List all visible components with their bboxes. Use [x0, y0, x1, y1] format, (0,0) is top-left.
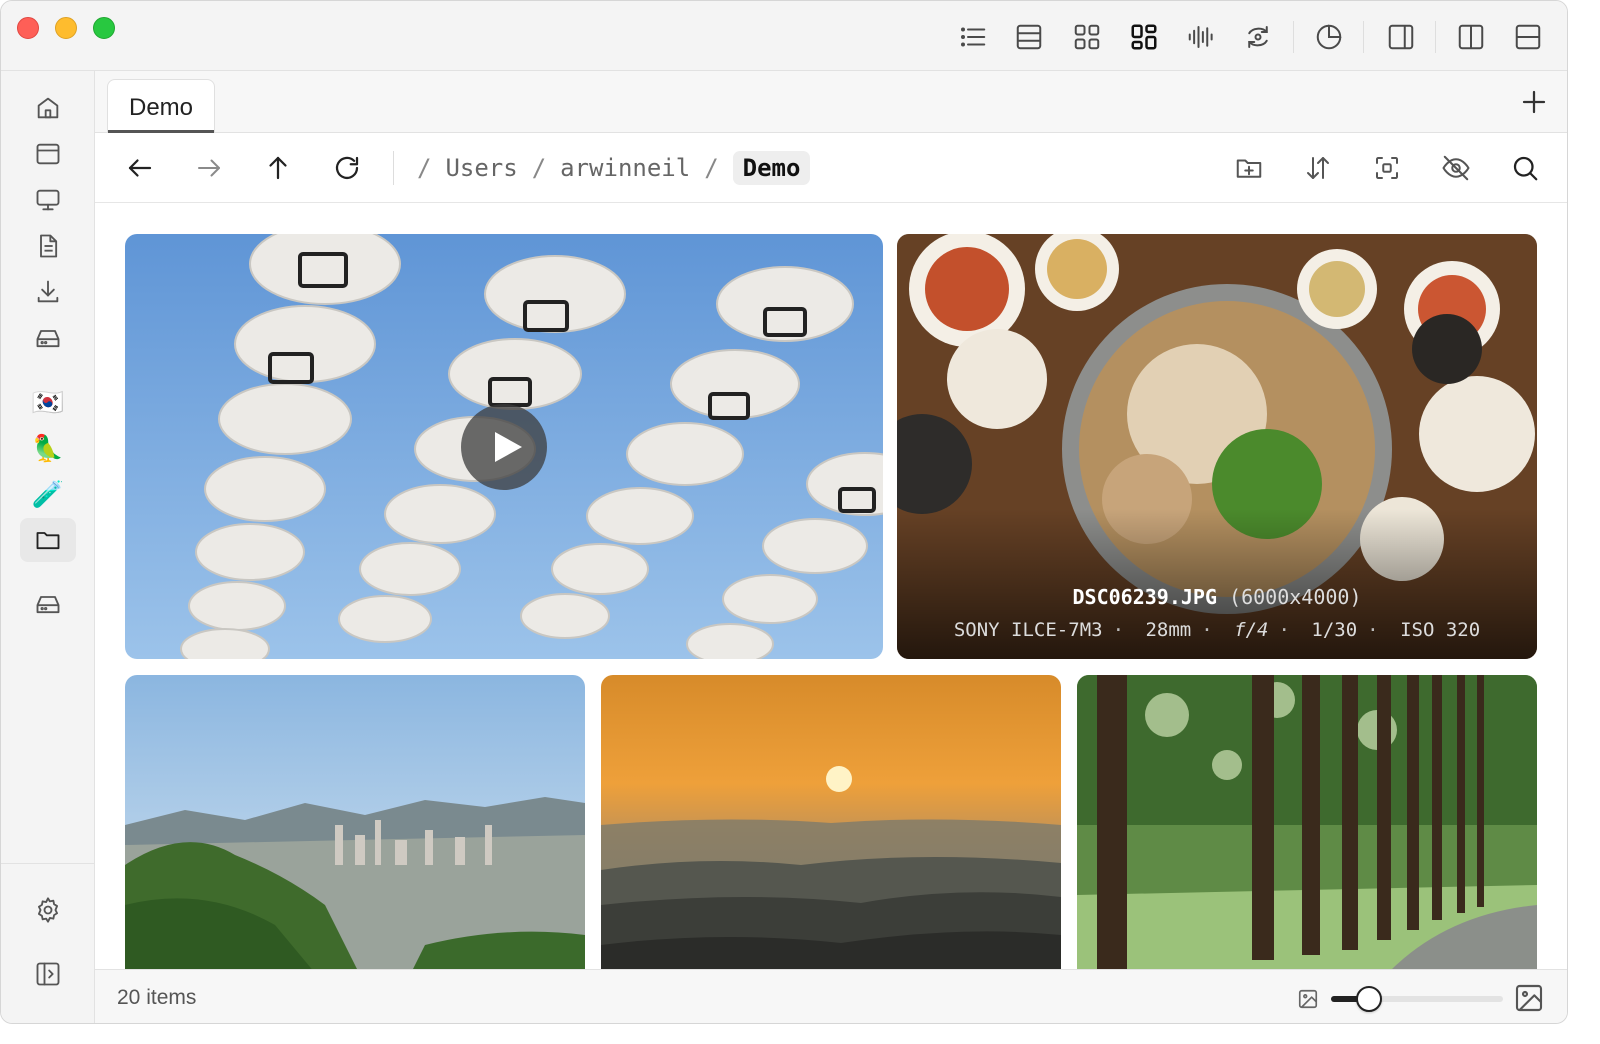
- drive-icon[interactable]: [31, 321, 65, 355]
- split-bottom-icon[interactable]: [1512, 21, 1544, 53]
- exif-details: SONY ILCE-7M3 · 28mm · f/4 · 1/30 · ISO 320: [953, 619, 1481, 641]
- korea-flag-emoji[interactable]: 🇰🇷: [31, 385, 65, 419]
- grid-view-icon[interactable]: [1071, 21, 1103, 53]
- folder-icon[interactable]: [20, 518, 76, 562]
- refresh-icon[interactable]: [330, 151, 364, 185]
- toolbar-divider: [1363, 21, 1364, 53]
- table-view-icon[interactable]: [1013, 21, 1045, 53]
- exif-title: DSC06239.JPG (6000x4000): [897, 585, 1537, 609]
- close-window-button[interactable]: [17, 17, 39, 39]
- waveform-icon[interactable]: [1185, 21, 1217, 53]
- search-icon[interactable]: [1508, 151, 1542, 185]
- list-view-icon[interactable]: [957, 21, 989, 53]
- split-right-icon[interactable]: [1455, 21, 1487, 53]
- breadcrumb-item-demo[interactable]: Demo: [732, 151, 811, 185]
- forest-thumbnail: [1077, 675, 1537, 969]
- split-left-icon[interactable]: [1385, 21, 1417, 53]
- document-icon[interactable]: [31, 229, 65, 263]
- exif-overlay: DSC06239.JPG (6000x4000) SONY ILCE-7M3 · …: [897, 509, 1537, 659]
- play-video-button[interactable]: [461, 404, 547, 490]
- thumbnail-small-icon[interactable]: [1297, 988, 1319, 1010]
- breadcrumb-separator: /: [704, 154, 719, 182]
- parrot-emoji[interactable]: 🦜: [31, 431, 65, 465]
- media-tile-forest-photo[interactable]: [1077, 675, 1537, 969]
- new-folder-icon[interactable]: [1232, 151, 1266, 185]
- settings-gear-icon[interactable]: [31, 893, 65, 927]
- toolbar-divider: [1435, 21, 1436, 53]
- exif-iso: ISO 320: [1400, 619, 1481, 641]
- exif-aperture: f/4: [1234, 619, 1269, 641]
- tab-demo[interactable]: Demo: [107, 79, 215, 133]
- desktop-icon[interactable]: [31, 183, 65, 217]
- minimize-window-button[interactable]: [55, 17, 77, 39]
- path-toolbar: / Users / arwinneil / Demo: [95, 133, 1567, 203]
- photo-filename: DSC06239.JPG: [1072, 585, 1218, 609]
- file-grid: DSC06239.JPG (6000x4000) SONY ILCE-7M3 · …: [95, 203, 1567, 969]
- toolbar-divider: [393, 151, 394, 185]
- masonry-view-icon[interactable]: [1128, 21, 1160, 53]
- external-drive-icon[interactable]: [31, 587, 65, 621]
- sync-icon[interactable]: [1242, 21, 1274, 53]
- toggle-sidebar-icon[interactable]: [31, 957, 65, 991]
- breadcrumb: / Users / arwinneil / Demo: [417, 149, 811, 187]
- breadcrumb-item-users[interactable]: Users: [445, 154, 517, 182]
- exif-focal-length: 28mm: [1145, 619, 1192, 641]
- sidebar-divider: [1, 863, 95, 864]
- app-window: 🇰🇷 🦜 🧪 Demo / Users / arwinneil / Demo D…: [0, 0, 1568, 1024]
- media-tile-food-photo[interactable]: DSC06239.JPG (6000x4000) SONY ILCE-7M3 · …: [897, 234, 1537, 659]
- title-bar: [1, 1, 1567, 71]
- city-thumbnail: [125, 675, 585, 969]
- tab-label: Demo: [128, 94, 194, 121]
- new-tab-plus-icon[interactable]: [1519, 87, 1551, 119]
- select-scan-icon[interactable]: [1370, 151, 1404, 185]
- zoom-window-button[interactable]: [93, 17, 115, 39]
- sort-icon[interactable]: [1301, 151, 1335, 185]
- exif-shutter: 1/30: [1311, 619, 1358, 641]
- media-tile-city-photo[interactable]: [125, 675, 585, 969]
- toolbar-divider: [1293, 21, 1294, 53]
- breadcrumb-separator: /: [531, 154, 547, 182]
- window-icon[interactable]: [31, 137, 65, 171]
- hide-hidden-files-eye-off-icon[interactable]: [1439, 151, 1473, 185]
- forward-arrow-icon[interactable]: [192, 151, 226, 185]
- home-icon[interactable]: [31, 91, 65, 125]
- thumbnail-size-slider[interactable]: [1331, 986, 1503, 1012]
- breadcrumb-root[interactable]: /: [417, 154, 431, 182]
- sunset-thumbnail: [601, 675, 1061, 969]
- sidebar: 🇰🇷 🦜 🧪: [1, 71, 95, 1023]
- status-bar: 20 items: [95, 969, 1567, 1023]
- exif-camera: SONY ILCE-7M3: [953, 619, 1103, 641]
- back-arrow-icon[interactable]: [123, 151, 157, 185]
- breadcrumb-item-arwinneil[interactable]: arwinneil: [560, 154, 690, 182]
- test-tube-emoji[interactable]: 🧪: [31, 477, 65, 511]
- item-count: 20 items: [117, 986, 197, 1009]
- thumbnail-large-icon[interactable]: [1513, 982, 1545, 1014]
- up-arrow-icon[interactable]: [261, 151, 295, 185]
- play-icon: [495, 432, 522, 462]
- download-icon[interactable]: [31, 275, 65, 309]
- pie-chart-icon[interactable]: [1313, 21, 1345, 53]
- tab-bar: Demo: [95, 71, 1567, 133]
- media-tile-lanterns-video[interactable]: [125, 234, 883, 659]
- media-tile-sunset-photo[interactable]: [601, 675, 1061, 969]
- photo-dimensions: (6000x4000): [1229, 585, 1362, 609]
- slider-thumb[interactable]: [1355, 986, 1382, 1012]
